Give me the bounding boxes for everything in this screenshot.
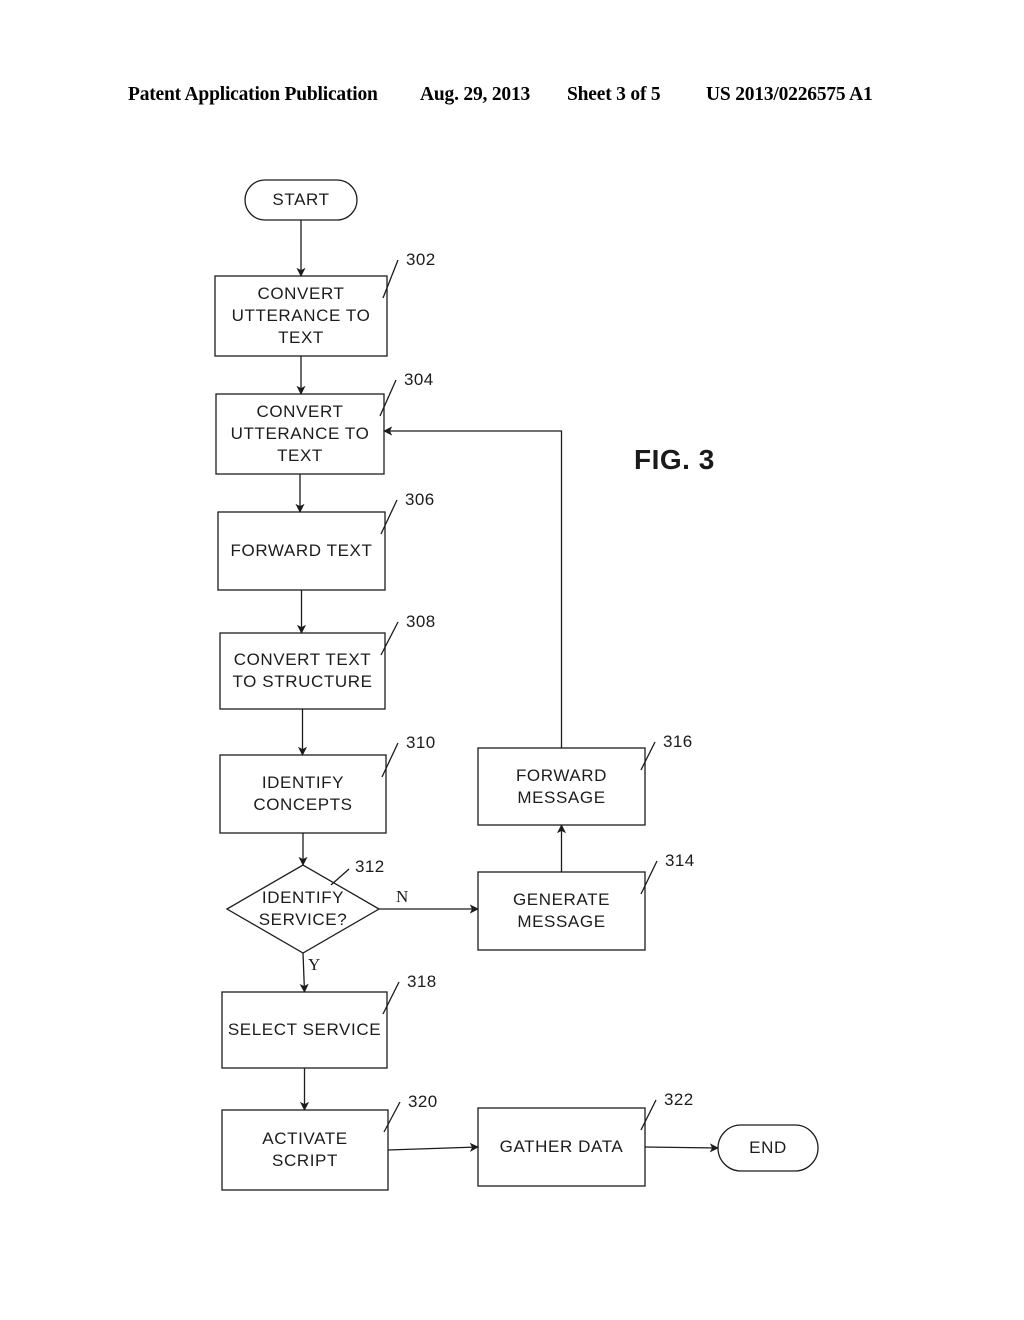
flowchart-nodes xyxy=(214,179,819,1191)
leader-line-322 xyxy=(640,1099,657,1131)
leader-line-308 xyxy=(380,621,399,656)
process-box-320 xyxy=(221,1109,389,1191)
flowchart-reference-leaders xyxy=(330,259,658,1133)
reference-numeral-308: 308 xyxy=(406,612,436,631)
reference-numeral-302: 302 xyxy=(406,250,436,269)
reference-numeral-318: 318 xyxy=(407,972,437,991)
reference-numeral-322: 322 xyxy=(664,1090,694,1109)
leader-line-320 xyxy=(383,1101,401,1133)
leader-line-306 xyxy=(380,499,398,535)
connector-320-to-322 xyxy=(387,1142,479,1152)
leader-line-302 xyxy=(382,259,399,299)
process-box-316 xyxy=(477,747,646,826)
reference-numeral-314: 314 xyxy=(665,851,695,870)
terminator-end xyxy=(717,1124,819,1172)
reference-numeral-316: 316 xyxy=(663,732,693,751)
flowchart-connectors xyxy=(295,220,719,1153)
reference-numeral-312: 312 xyxy=(355,857,385,876)
decision-diamond-312 xyxy=(225,864,381,954)
patent-figure-page: Patent Application Publication Aug. 29, … xyxy=(0,0,1024,1320)
connector-316-feedback-to-304 xyxy=(383,426,563,748)
flowchart-diagram xyxy=(214,179,819,1191)
branch-label-y: Y xyxy=(308,955,321,974)
reference-numeral-310: 310 xyxy=(406,733,436,752)
process-box-322 xyxy=(477,1107,646,1187)
leader-line-314 xyxy=(640,860,658,895)
leader-line-318 xyxy=(382,981,400,1015)
reference-numeral-306: 306 xyxy=(405,490,435,509)
leader-line-310 xyxy=(381,742,399,778)
connector-312-yes-to-318 xyxy=(299,952,309,993)
process-box-318 xyxy=(221,991,388,1069)
reference-numeral-320: 320 xyxy=(408,1092,438,1111)
connector-322-to-end xyxy=(644,1143,719,1153)
process-box-302 xyxy=(214,275,388,357)
process-box-308 xyxy=(219,632,386,710)
process-box-310 xyxy=(219,754,387,834)
terminator-start xyxy=(244,179,358,221)
process-box-314 xyxy=(477,871,646,951)
leader-line-312 xyxy=(330,868,350,886)
process-box-306 xyxy=(217,511,386,591)
branch-label-n: N xyxy=(396,887,409,906)
process-box-304 xyxy=(215,393,385,475)
reference-numeral-304: 304 xyxy=(404,370,434,389)
leader-line-316 xyxy=(640,741,656,771)
leader-line-304 xyxy=(379,379,397,417)
